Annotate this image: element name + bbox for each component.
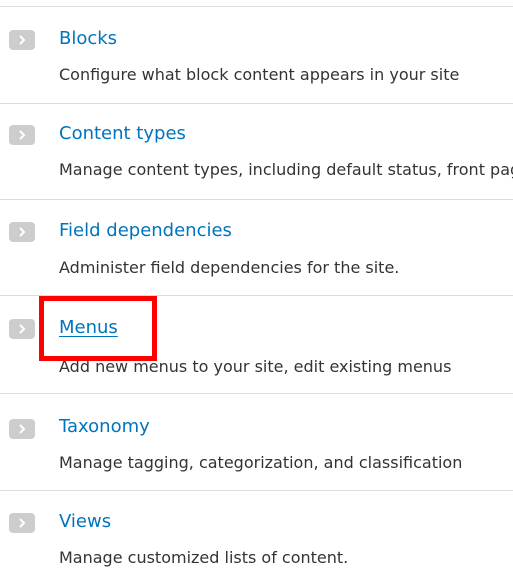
content-types-description: Manage content types, including default …	[59, 160, 513, 179]
blocks-description: Configure what block content appears in …	[59, 65, 460, 84]
chevron-right-icon[interactable]	[9, 30, 35, 50]
taxonomy-link[interactable]: Taxonomy	[59, 416, 150, 438]
views-link[interactable]: Views	[59, 511, 111, 533]
blocks-link[interactable]: Blocks	[59, 28, 117, 50]
list-item-menus: Menus Add new menus to your site, edit e…	[0, 296, 513, 392]
divider	[0, 6, 513, 7]
taxonomy-description: Manage tagging, categorization, and clas…	[59, 453, 463, 472]
list-item-content-types: Content types Manage content types, incl…	[0, 104, 513, 200]
chevron-right-icon[interactable]	[9, 125, 35, 145]
chevron-right-icon[interactable]	[9, 513, 35, 533]
menus-description: Add new menus to your site, edit existin…	[59, 357, 452, 376]
field-dependencies-description: Administer field dependencies for the si…	[59, 258, 400, 277]
chevron-right-icon[interactable]	[9, 222, 35, 242]
content-types-link[interactable]: Content types	[59, 123, 186, 145]
menus-link[interactable]: Menus	[59, 317, 118, 339]
admin-config-list: Blocks Configure what block content appe…	[0, 0, 513, 568]
list-item-taxonomy: Taxonomy Manage tagging, categorization,…	[0, 394, 513, 490]
list-item-field-dependencies: Field dependencies Administer field depe…	[0, 200, 513, 296]
views-description: Manage customized lists of content.	[59, 548, 349, 567]
chevron-right-icon[interactable]	[9, 319, 35, 339]
chevron-right-icon[interactable]	[9, 419, 35, 439]
field-dependencies-link[interactable]: Field dependencies	[59, 220, 232, 242]
list-item-views: Views Manage customized lists of content…	[0, 491, 513, 568]
list-item-blocks: Blocks Configure what block content appe…	[0, 8, 513, 104]
